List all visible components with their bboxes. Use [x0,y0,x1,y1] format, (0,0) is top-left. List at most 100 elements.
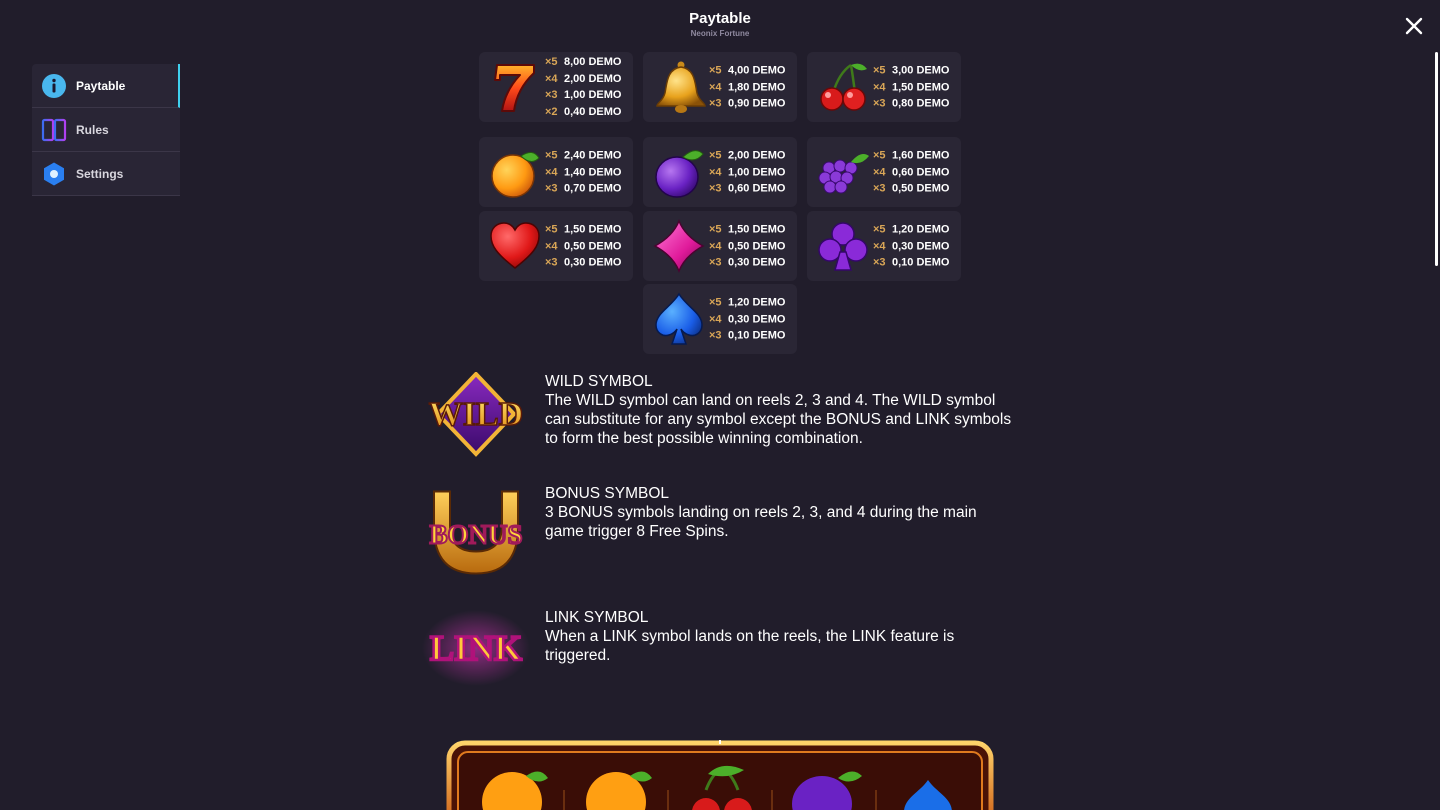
paytable-card-seven: ×5 8,00 DEMO ×4 2,00 DEMO ×3 1,00 DEMO ×2 0,… [479,52,633,122]
multiplier: ×3 [545,256,558,269]
payout-amount: 1,20 DEMO [892,223,950,236]
wild-symbol-icon: WILD [428,372,524,457]
multiplier: ×5 [709,223,722,236]
multiplier: ×3 [873,256,886,269]
payout-amount: 0,30 DEMO [728,312,786,325]
payout-amount: 8,00 DEMO [564,56,622,68]
orange-icon [491,152,540,198]
payout-amount: 4,00 DEMO [728,64,786,77]
paytable-card-diamond: ×5 1,50 DEMO ×4 0,50 DEMO ×3 0,30 DEMO [643,211,797,281]
payout-amount: 2,40 DEMO [564,149,622,162]
wild-symbol-section: WILD WILD SYMBOL The WILD symbol can lan… [420,372,1020,462]
payout-amount: 0,60 DEMO [728,182,786,195]
scrollbar-thumb[interactable] [1435,52,1438,266]
bonus-symbol-icon: BONUS [428,490,524,575]
spade-icon [655,292,703,345]
sidebar-nav: Paytable Rules Settings [32,64,180,196]
multiplier: ×4 [709,312,722,325]
payout-amount: 0,80 DEMO [892,97,950,110]
hexagon-settings-icon [41,161,67,187]
payout-amount: 3,00 DEMO [892,64,950,77]
payout-amount: 0,70 DEMO [564,182,622,195]
multiplier: ×5 [545,223,558,236]
sidebar-item-label: Rules [76,122,109,137]
multiplier: ×3 [873,182,886,195]
paytable-card-heart: ×5 1,50 DEMO ×4 0,50 DEMO ×3 0,30 DEMO [479,211,633,281]
multiplier: ×3 [545,89,558,101]
multiplier: ×4 [709,165,722,178]
close-icon [1405,17,1423,35]
close-button[interactable] [1402,14,1426,38]
multiplier: ×5 [709,64,722,77]
payout-amount: 0,30 DEMO [892,239,950,252]
link-heading: LINK SYMBOL [545,609,649,626]
paytable-card-cherry: ×5 3,00 DEMO ×4 1,50 DEMO ×3 0,80 DEMO [807,52,961,122]
multiplier: ×5 [873,149,886,162]
multiplier: ×3 [873,97,886,110]
multiplier: ×4 [545,72,558,85]
bonus-description: 3 BONUS symbols landing on reels 2, 3, a… [545,504,977,540]
paytable-card-club: ×5 1,20 DEMO ×4 0,30 DEMO ×3 0,10 DEMO [807,211,961,281]
link-logo-text: LINK [430,628,522,668]
multiplier: ×4 [709,80,722,93]
bonus-heading: BONUS SYMBOL [545,485,670,502]
sidebar-item-settings[interactable]: Settings [32,152,180,196]
heart-icon [490,222,540,269]
paytable-card-plum: ×5 2,00 DEMO ×4 1,00 DEMO ×3 0,60 DEMO [643,137,797,207]
multiplier: ×4 [709,239,722,252]
paytable-card-orange: ×5 2,40 DEMO ×4 1,40 DEMO ×3 0,70 DEMO [479,137,633,207]
multiplier: ×5 [873,223,886,236]
multiplier: ×3 [709,182,722,195]
paytable-card-bell: ×5 4,00 DEMO ×4 1,80 DEMO ×3 0,90 DEMO [643,52,797,122]
multiplier: ×4 [873,165,886,178]
bonus-symbol-section: BONUS BONUS SYMBOL 3 BONUS symbols landi… [420,484,1020,579]
diamond-icon [653,218,705,274]
payout-amount: 1,40 DEMO [564,165,622,178]
multiplier: ×5 [709,296,722,309]
paytable-card-grapes: ×5 1,60 DEMO ×4 0,60 DEMO ×3 0,50 DEMO [807,137,961,207]
wild-heading: WILD SYMBOL [545,373,653,390]
payout-amount: 0,30 DEMO [564,256,622,269]
multiplier: ×5 [873,64,886,77]
sidebar-item-rules[interactable]: Rules [32,108,180,152]
grapes-icon [818,154,869,194]
payout-amount: 0,30 DEMO [728,256,786,269]
payout-amount: 0,10 DEMO [892,256,950,269]
payout-amount: 1,50 DEMO [564,223,622,236]
book-icon [41,117,67,143]
payout-amount: 0,40 DEMO [564,105,622,118]
payout-amount: 1,20 DEMO [728,296,786,309]
info-icon [41,73,67,99]
sidebar-item-paytable[interactable]: Paytable [32,64,180,108]
multiplier: ×4 [873,80,886,93]
multiplier: ×4 [545,165,558,178]
paytable-card-spade: ×5 1,20 DEMO ×4 0,30 DEMO ×3 0,10 DEMO [643,284,797,354]
payout-amount: 0,90 DEMO [728,97,786,110]
payout-amount: 2,00 DEMO [728,149,786,162]
multiplier: ×5 [545,149,558,162]
multiplier: ×4 [873,239,886,252]
payout-amount: 1,50 DEMO [892,80,950,93]
wild-logo-text: WILD [429,396,523,433]
link-symbol-section: LINK LINK SYMBOL When a LINK symbol land… [420,608,1020,688]
game-name: Neonix Fortune [690,29,750,38]
payout-amount: 1,50 DEMO [728,223,786,236]
paytable-screen: Paytable Neonix Fortune Paytable Rules S… [0,0,1440,810]
payout-amount: 0,50 DEMO [564,239,622,252]
multiplier: ×5 [709,149,722,162]
payout-amount: 1,60 DEMO [892,149,950,162]
multiplier: ×3 [709,97,722,110]
multiplier: ×2 [545,105,558,118]
sidebar-item-label: Paytable [76,78,126,93]
wild-description: The WILD symbol can land on reels 2, 3 a… [545,392,1012,447]
payout-amount: 1,80 DEMO [728,80,786,93]
payout-amount: 0,10 DEMO [728,329,786,342]
bonus-logo-text: BONUS [429,520,522,550]
cherry-icon [820,63,867,111]
page-title: Paytable [689,10,751,27]
club-icon [818,222,868,271]
seven-icon [494,64,535,112]
payout-amount: 1,00 DEMO [564,89,622,101]
multiplier: ×3 [709,256,722,269]
payout-amount: 2,00 DEMO [564,72,622,85]
